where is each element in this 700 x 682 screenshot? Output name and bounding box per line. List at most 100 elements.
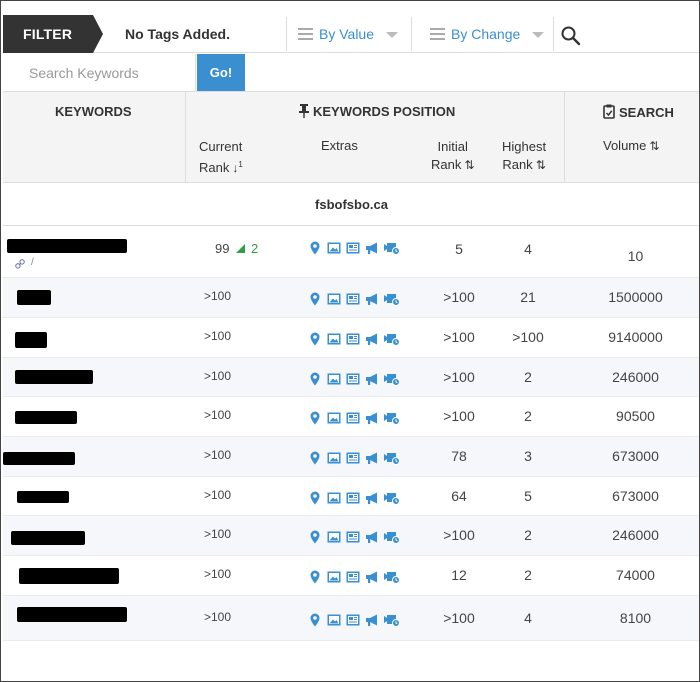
video-icon[interactable] <box>384 292 400 306</box>
image-icon[interactable] <box>327 372 341 386</box>
image-icon[interactable] <box>327 451 341 465</box>
initial-rank: >100 <box>443 289 475 305</box>
extras-icons <box>308 530 400 544</box>
chevron-down-icon <box>532 32 545 39</box>
image-icon[interactable] <box>327 241 341 255</box>
highest-rank: 4 <box>524 241 532 257</box>
search-header: SEARCH <box>603 104 674 120</box>
map-pin-icon[interactable] <box>308 372 322 386</box>
news-icon[interactable] <box>346 491 360 505</box>
video-icon[interactable] <box>384 530 400 544</box>
link-text: / <box>31 257 34 268</box>
news-icon[interactable] <box>346 372 360 386</box>
link-icon[interactable] <box>15 257 25 269</box>
initial-rank: >100 <box>443 408 475 424</box>
keyword-search-row: Go! <box>3 54 699 91</box>
table-row[interactable]: >100 >100 2 90500 <box>3 397 699 437</box>
table-row[interactable]: >100 >100 2 246000 <box>3 358 699 397</box>
map-pin-icon[interactable] <box>308 530 322 544</box>
table-row[interactable]: >100 64 5 673000 <box>3 477 699 516</box>
current-rank-label: Rank <box>199 160 230 175</box>
map-pin-icon[interactable] <box>308 411 322 425</box>
megaphone-icon[interactable] <box>365 372 379 386</box>
current-rank: >100 <box>204 609 232 624</box>
extras-header: Extras <box>321 138 358 153</box>
search-volume: 10 <box>627 248 644 264</box>
map-pin-icon[interactable] <box>308 332 322 346</box>
video-icon[interactable] <box>384 372 400 386</box>
image-icon[interactable] <box>327 613 341 627</box>
news-icon[interactable] <box>346 332 360 346</box>
table-row[interactable]: >100 >100 >100 9140000 <box>3 318 699 358</box>
image-icon[interactable] <box>327 530 341 544</box>
map-pin-icon[interactable] <box>308 241 322 255</box>
news-icon[interactable] <box>346 241 360 255</box>
video-icon[interactable] <box>384 411 400 425</box>
extras-icons <box>308 411 400 425</box>
highest-label: Highest <box>502 139 547 154</box>
search-keywords-input[interactable] <box>3 54 196 91</box>
redacted-keyword <box>15 411 77 424</box>
by-value-dropdown[interactable]: By Value <box>298 15 398 53</box>
image-icon[interactable] <box>327 332 341 346</box>
news-icon[interactable] <box>346 451 360 465</box>
table-row[interactable]: >100 >100 2 246000 <box>3 516 699 556</box>
search-volume: 9140000 <box>608 329 663 345</box>
megaphone-icon[interactable] <box>365 613 379 627</box>
megaphone-icon[interactable] <box>365 570 379 584</box>
table-row[interactable]: >100 12 2 74000 <box>3 556 699 596</box>
table-row[interactable]: >100 >100 21 1500000 <box>3 278 699 318</box>
initial-rank: >100 <box>443 609 475 626</box>
video-icon[interactable] <box>384 613 400 627</box>
current-rank-header[interactable]: Current Rank ↓1 <box>199 138 243 177</box>
news-icon[interactable] <box>346 411 360 425</box>
megaphone-icon[interactable] <box>365 241 379 255</box>
table-row[interactable]: >100 >100 4 8100 <box>3 596 699 641</box>
video-icon[interactable] <box>384 451 400 465</box>
initial-rank-header[interactable]: Initial Rank ⇅ <box>431 138 474 174</box>
search-icon <box>561 26 581 46</box>
image-icon[interactable] <box>327 292 341 306</box>
news-icon[interactable] <box>346 613 360 627</box>
map-pin-icon[interactable] <box>308 292 322 306</box>
sort-icon: ⇅ <box>649 139 660 153</box>
video-icon[interactable] <box>384 241 400 255</box>
news-icon[interactable] <box>346 530 360 544</box>
initial-rank: 78 <box>451 448 467 464</box>
volume-header[interactable]: Volume ⇅ <box>603 138 659 153</box>
search-button[interactable] <box>560 25 582 47</box>
extras-icons <box>308 451 400 465</box>
map-pin-icon[interactable] <box>308 613 322 627</box>
megaphone-icon[interactable] <box>365 451 379 465</box>
map-pin-icon[interactable] <box>308 570 322 584</box>
image-icon[interactable] <box>327 411 341 425</box>
megaphone-icon[interactable] <box>365 530 379 544</box>
news-icon[interactable] <box>346 292 360 306</box>
megaphone-icon[interactable] <box>365 411 379 425</box>
table-row[interactable]: / 99 2 5 4 10 <box>3 227 699 278</box>
current-rank: >100 <box>204 289 232 303</box>
image-icon[interactable] <box>327 491 341 505</box>
image-icon[interactable] <box>327 570 341 584</box>
initial-label: Initial <box>437 139 468 154</box>
video-icon[interactable] <box>384 332 400 346</box>
news-icon[interactable] <box>346 570 360 584</box>
by-value-label: By Value <box>319 26 374 42</box>
map-pin-icon[interactable] <box>308 451 322 465</box>
list-icon <box>298 28 313 41</box>
video-icon[interactable] <box>384 491 400 505</box>
highest-rank-header[interactable]: Highest Rank ⇅ <box>502 138 546 174</box>
go-button[interactable]: Go! <box>197 54 245 91</box>
megaphone-icon[interactable] <box>365 332 379 346</box>
filter-tag[interactable]: FILTER <box>3 15 103 53</box>
search-volume: 74000 <box>616 567 655 583</box>
megaphone-icon[interactable] <box>365 491 379 505</box>
video-icon[interactable] <box>384 570 400 584</box>
by-change-dropdown[interactable]: By Change <box>430 15 545 53</box>
table-row[interactable]: >100 78 3 673000 <box>3 437 699 477</box>
map-pin-icon[interactable] <box>308 491 322 505</box>
redacted-keyword <box>7 239 127 253</box>
initial-rank: >100 <box>443 368 475 385</box>
megaphone-icon[interactable] <box>365 292 379 306</box>
divider <box>286 17 287 51</box>
